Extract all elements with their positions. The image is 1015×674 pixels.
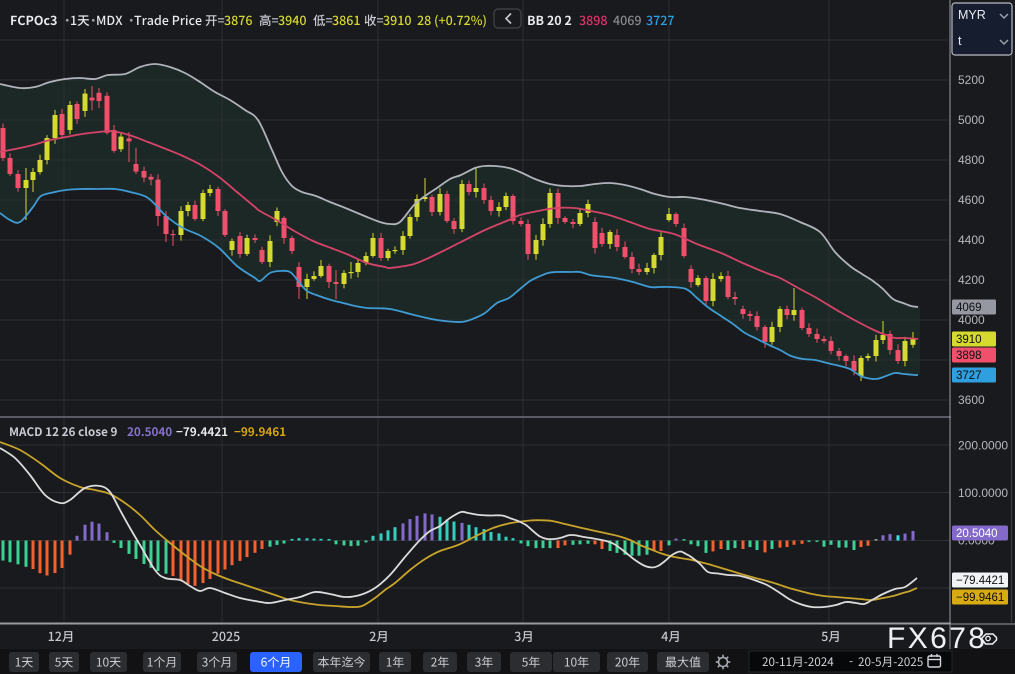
svg-text:−99.9461: −99.9461 — [956, 592, 1004, 604]
svg-text:4800: 4800 — [958, 153, 985, 167]
svg-text:200.0000: 200.0000 — [958, 439, 1008, 453]
svg-text:3898: 3898 — [956, 350, 982, 362]
svg-text:5200: 5200 — [958, 73, 985, 87]
svg-text:5000: 5000 — [958, 113, 985, 127]
svg-text:MYR: MYR — [958, 8, 986, 22]
svg-text:3727: 3727 — [956, 370, 982, 382]
svg-text:FX678: FX678 — [887, 622, 987, 655]
svg-text:4069: 4069 — [956, 302, 982, 314]
svg-text:t: t — [958, 34, 962, 48]
svg-text:4400: 4400 — [958, 233, 985, 247]
svg-text:4600: 4600 — [958, 193, 985, 207]
svg-text:4200: 4200 — [958, 273, 985, 287]
svg-text:100.0000: 100.0000 — [958, 486, 1008, 500]
svg-text:3600: 3600 — [958, 393, 985, 407]
svg-text:20.5040: 20.5040 — [956, 528, 998, 540]
svg-text:3910: 3910 — [956, 334, 982, 346]
svg-text:−79.4421: −79.4421 — [956, 575, 1004, 587]
svg-text:4000: 4000 — [958, 313, 985, 327]
